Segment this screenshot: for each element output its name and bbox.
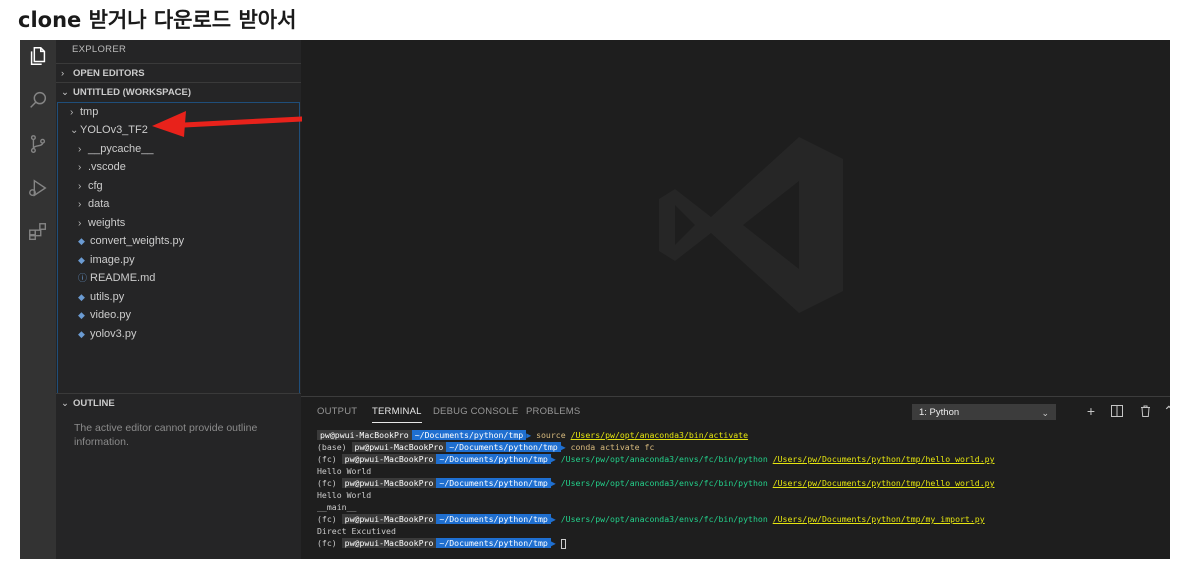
tree-item-label: utils.py xyxy=(90,291,125,303)
python-file-icon: ◆ xyxy=(78,329,85,339)
tab-terminal[interactable]: TERMINAL xyxy=(372,403,422,423)
chevron-right-icon: › xyxy=(78,218,82,229)
activity-bar xyxy=(20,40,56,559)
chevron-down-icon: ⌄ xyxy=(61,87,69,98)
page-caption: clone 받거나 다운로드 받아서 xyxy=(18,8,297,32)
tree-item-convert-weights[interactable]: ◆ convert_weights.py xyxy=(58,232,299,250)
python-file-icon: ◆ xyxy=(78,292,85,302)
tree-item-pycache[interactable]: › __pycache__ xyxy=(58,140,299,158)
terminal-cursor xyxy=(560,538,566,549)
tree-item-label: .vscode xyxy=(88,161,126,173)
editor-area xyxy=(301,40,1170,396)
tab-problems[interactable]: PROBLEMS xyxy=(526,403,580,423)
bottom-panel: OUTPUT TERMINAL DEBUG CONSOLE PROBLEMS 1… xyxy=(301,396,1170,559)
tree-item-label: tmp xyxy=(80,106,99,118)
vscode-logo-icon xyxy=(659,137,843,313)
tree-item-label: image.py xyxy=(90,254,135,266)
tree-item-image[interactable]: ◆ image.py xyxy=(58,251,299,269)
terminal-output[interactable]: pw@pwui-MacBookPro ~/Documents/python/tmp… xyxy=(317,429,1162,549)
workspace-label: UNTITLED (WORKSPACE) xyxy=(73,87,192,98)
python-file-icon: ◆ xyxy=(78,310,85,320)
outline-message: The active editor cannot provide outline… xyxy=(74,422,258,448)
search-icon[interactable] xyxy=(20,84,56,116)
chevron-right-icon: › xyxy=(70,107,74,118)
terminal-select[interactable]: 1: Python ⌄ xyxy=(912,404,1056,420)
tab-debug-console[interactable]: DEBUG CONSOLE xyxy=(433,403,518,423)
chevron-right-icon: › xyxy=(78,199,82,210)
split-icon[interactable] xyxy=(1109,402,1125,420)
chevron-up-icon[interactable]: ⌃ xyxy=(1163,402,1170,420)
sidebar-title: EXPLORER xyxy=(72,44,127,55)
tree-item-utils[interactable]: ◆ utils.py xyxy=(58,288,299,306)
tree-item-label: weights xyxy=(88,217,126,229)
tree-item-video[interactable]: ◆ video.py xyxy=(58,306,299,324)
source-control-icon[interactable] xyxy=(20,128,56,160)
terminal-line: (fc) pw@pwui-MacBookPro ~/Documents/pytho… xyxy=(317,478,995,488)
terminal-line: Direct Excutived xyxy=(317,526,396,536)
tab-output[interactable]: OUTPUT xyxy=(317,403,357,423)
terminal-line: (fc) pw@pwui-MacBookPro ~/Documents/pytho… xyxy=(317,454,995,464)
workspace-header[interactable]: ⌄ UNTITLED (WORKSPACE) xyxy=(56,82,301,101)
tree-item-yolov3[interactable]: ◆ yolov3.py xyxy=(58,325,299,343)
chevron-right-icon: › xyxy=(78,162,82,173)
terminal-select-value: 1: Python xyxy=(919,407,960,418)
terminal-line: __main__ xyxy=(317,502,357,512)
terminal-line: Hello World xyxy=(317,490,372,500)
tree-item-cfg[interactable]: › cfg xyxy=(58,177,299,195)
tree-item-vscode[interactable]: › .vscode xyxy=(58,158,299,176)
open-editors-header[interactable]: › OPEN EDITORS xyxy=(56,63,301,82)
tree-item-label: README.md xyxy=(90,272,156,284)
chevron-down-icon: ⌄ xyxy=(61,398,69,409)
extensions-icon[interactable] xyxy=(20,216,56,248)
chevron-right-icon: › xyxy=(78,144,82,155)
python-file-icon: ◆ xyxy=(78,236,85,246)
chevron-down-icon: ⌄ xyxy=(1041,408,1049,418)
file-tree: › tmp ⌄ YOLOv3_TF2 › __pycache__ › .vscode ›… xyxy=(57,102,300,394)
tree-item-label: yolov3.py xyxy=(90,328,137,340)
tree-item-label: __pycache__ xyxy=(88,143,154,155)
tree-item-label: convert_weights.py xyxy=(90,235,185,247)
terminal-line: (fc) pw@pwui-MacBookPro ~/Documents/pytho… xyxy=(317,514,985,524)
tree-item-readme[interactable]: ⓘ README.md xyxy=(58,269,299,287)
annotation-arrow-icon xyxy=(152,111,302,137)
chevron-down-icon: ⌄ xyxy=(70,125,79,136)
tree-item-label: data xyxy=(88,198,110,210)
terminal-line: pw@pwui-MacBookPro ~/Documents/python/tmp… xyxy=(317,429,1162,441)
tree-item-label: YOLOv3_TF2 xyxy=(80,124,148,136)
tree-item-weights[interactable]: › weights xyxy=(58,214,299,232)
trash-icon[interactable] xyxy=(1137,402,1153,420)
tree-item-data[interactable]: › data xyxy=(58,195,299,213)
add-icon[interactable]: + xyxy=(1083,402,1099,420)
outline-header[interactable]: ⌄ OUTLINE xyxy=(56,393,301,412)
info-icon: ⓘ xyxy=(78,273,88,283)
outline-label: OUTLINE xyxy=(73,398,115,409)
run-debug-icon[interactable] xyxy=(20,172,56,204)
explorer-icon[interactable] xyxy=(20,40,56,72)
terminal-line: Hello World xyxy=(317,466,372,476)
python-file-icon: ◆ xyxy=(78,255,85,265)
terminal-line: (fc) pw@pwui-MacBookPro ~/Documents/pytho… xyxy=(317,537,1162,549)
open-editors-label: OPEN EDITORS xyxy=(73,68,145,79)
chevron-right-icon: › xyxy=(78,181,82,192)
tree-item-label: video.py xyxy=(90,309,131,321)
tree-item-label: cfg xyxy=(88,180,103,192)
chevron-right-icon: › xyxy=(61,68,65,79)
terminal-line: (base) pw@pwui-MacBookPro ~/Documents/pyt… xyxy=(317,442,655,452)
